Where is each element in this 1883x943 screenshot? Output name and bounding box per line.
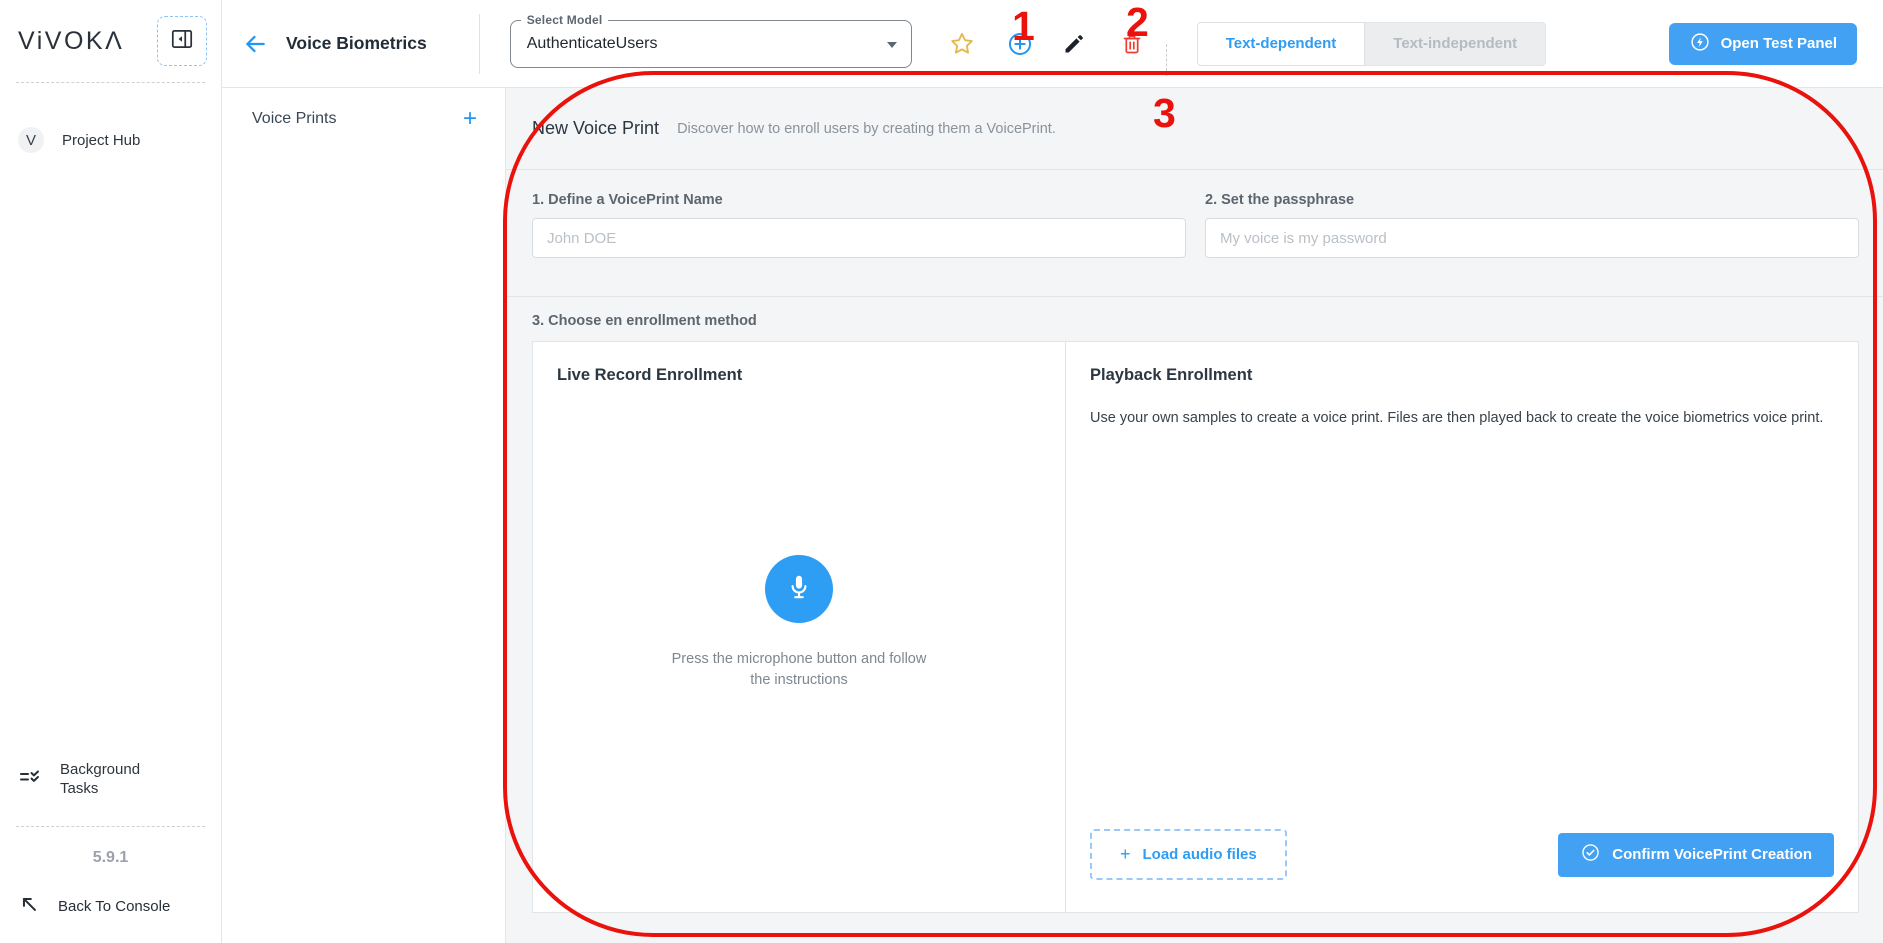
load-audio-files-button[interactable]: + Load audio files — [1090, 829, 1287, 880]
select-model-dropdown[interactable]: Select Model AuthenticateUsers — [510, 20, 912, 68]
new-voice-print-header: New Voice Print Discover how to enroll u… — [506, 88, 1883, 170]
mic-caption-line1: Press the microphone button and follow — [672, 651, 927, 667]
toggle-text-dependent[interactable]: Text-dependent — [1197, 22, 1366, 66]
playback-title: Playback Enrollment — [1090, 366, 1834, 385]
voice-prints-panel: Voice Prints + — [222, 88, 506, 943]
delete-model-button[interactable] — [1120, 32, 1144, 56]
background-tasks-label-line2: Tasks — [60, 780, 98, 797]
topbar-divider — [479, 14, 480, 74]
pencil-icon — [1062, 32, 1086, 56]
add-voice-print-button[interactable]: + — [463, 108, 477, 130]
collapse-panel-icon — [169, 26, 195, 57]
back-to-console-arrow-icon — [18, 893, 40, 919]
add-model-button[interactable] — [1006, 30, 1034, 58]
open-test-panel-label: Open Test Panel — [1721, 35, 1837, 52]
check-circle-icon — [1580, 842, 1601, 867]
project-hub-avatar: V — [18, 127, 44, 153]
new-voice-print-subtitle: Discover how to enroll users by creating… — [677, 121, 1056, 137]
back-arrow-icon — [242, 31, 268, 57]
page-title: Voice Biometrics — [286, 33, 427, 54]
edit-model-button[interactable] — [1062, 32, 1086, 56]
main-content: New Voice Print Discover how to enroll u… — [506, 88, 1883, 943]
enrollment-method-label: 3. Choose en enrollment method — [532, 313, 1859, 329]
lightning-circle-icon — [1689, 31, 1711, 57]
dropdown-arrow-icon — [887, 42, 897, 48]
toggle-text-independent[interactable]: Text-independent — [1365, 22, 1546, 66]
back-button[interactable] — [242, 31, 268, 57]
enrollment-container: Live Record Enrollment — [532, 341, 1859, 913]
open-test-panel-button[interactable]: Open Test Panel — [1669, 23, 1857, 65]
collapse-sidebar-button[interactable] — [157, 16, 207, 66]
sidebar-item-project-hub[interactable]: V Project Hub — [0, 115, 221, 165]
back-to-console-label: Back To Console — [58, 898, 170, 915]
enrollment-section: 3. Choose en enrollment method Live Reco… — [506, 297, 1883, 913]
voice-prints-title: Voice Prints — [252, 110, 336, 128]
sidebar-divider — [16, 82, 205, 83]
load-audio-files-label: Load audio files — [1143, 846, 1257, 863]
add-circle-icon — [1006, 30, 1034, 58]
passphrase-label: 2. Set the passphrase — [1205, 192, 1859, 208]
sidebar: ViVOKΛ V Project Hub — [0, 0, 222, 943]
add-icon: + — [1120, 844, 1131, 865]
back-to-console-button[interactable]: Back To Console — [0, 881, 221, 943]
sidebar-item-background-tasks[interactable]: Background Tasks — [0, 748, 221, 810]
microphone-icon — [783, 571, 815, 606]
topbar-dashed-divider — [1166, 44, 1167, 76]
star-icon — [948, 30, 976, 58]
app-version: 5.9.1 — [0, 827, 221, 881]
favorite-model-button[interactable] — [948, 30, 976, 58]
live-record-panel: Live Record Enrollment — [533, 342, 1066, 912]
new-voice-print-title: New Voice Print — [532, 118, 659, 139]
topbar: Voice Biometrics Select Model Authentica… — [222, 0, 1883, 88]
playback-panel: Playback Enrollment Use your own samples… — [1066, 342, 1858, 912]
background-tasks-icon — [18, 765, 42, 793]
background-tasks-label-line1: Background — [60, 761, 140, 778]
mic-caption-line2: the instructions — [750, 672, 848, 688]
playback-description: Use your own samples to create a voice p… — [1090, 407, 1834, 429]
passphrase-input[interactable] — [1205, 218, 1859, 258]
confirm-voiceprint-label: Confirm VoicePrint Creation — [1612, 846, 1812, 863]
voice-print-form: 1. Define a VoicePrint Name 2. Set the p… — [506, 170, 1883, 297]
voice-biometrics-app: ViVOKΛ V Project Hub — [0, 0, 1883, 943]
record-microphone-button[interactable] — [765, 555, 833, 623]
select-model-label: Select Model — [521, 13, 609, 27]
confirm-voiceprint-button[interactable]: Confirm VoicePrint Creation — [1558, 833, 1834, 877]
trash-icon — [1120, 32, 1144, 56]
voiceprint-name-label: 1. Define a VoicePrint Name — [532, 192, 1186, 208]
project-hub-label: Project Hub — [62, 132, 140, 149]
text-mode-toggle: Text-dependent Text-independent — [1197, 22, 1546, 66]
vivoka-logo: ViVOKΛ — [18, 27, 124, 56]
voiceprint-name-input[interactable] — [532, 218, 1186, 258]
select-model-value: AuthenticateUsers — [527, 35, 658, 53]
